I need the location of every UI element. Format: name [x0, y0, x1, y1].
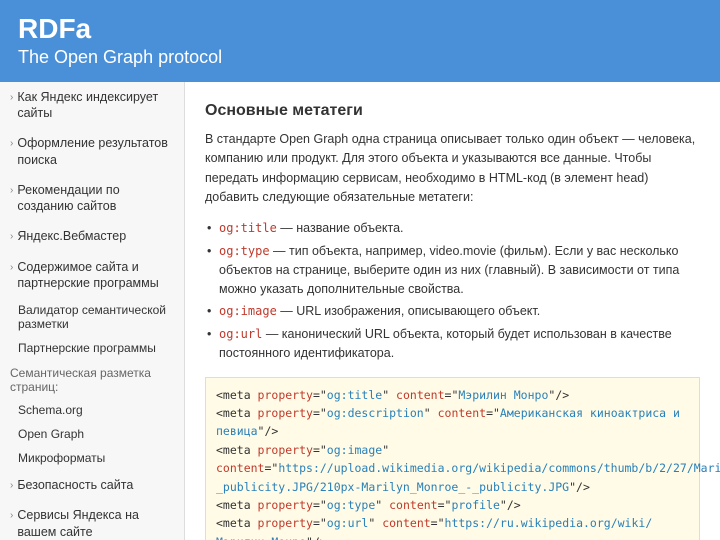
code-line: <meta property="og:url" content="https:/… [216, 514, 689, 540]
prop-name: og:title [219, 221, 277, 235]
prop-desc: — канонический URL объекта, который буде… [219, 327, 672, 360]
bullet-item: og:image — URL изображения, описывающего… [205, 300, 700, 323]
sidebar-item-webmaster[interactable]: › Яндекс.Вебмастер [0, 221, 184, 251]
main-bullets: og:title — название объекта.og:type — ти… [205, 217, 700, 364]
bullet-item: og:title — название объекта. [205, 217, 700, 240]
sidebar-label: Рекомендации по созданию сайтов [17, 182, 172, 215]
arrow-icon: › [10, 479, 13, 492]
sidebar-item-site-security[interactable]: › Безопасность сайта [0, 470, 184, 500]
sidebar-item-partner-prog[interactable]: Партнерские программы [0, 336, 184, 360]
prop-name: og:url [219, 327, 262, 341]
sidebar-item-yandex-index[interactable]: › Как Яндекс индексирует сайты [0, 82, 184, 129]
intro-text: В стандарте Open Graph одна страница опи… [205, 130, 700, 208]
sidebar-item-partner-programs[interactable]: › Содержимое сайта и партнерские программ… [0, 252, 184, 299]
arrow-icon: › [10, 184, 13, 197]
sidebar-label: Как Яндекс индексирует сайты [17, 89, 172, 122]
bullet-item: og:url — канонический URL объекта, котор… [205, 323, 700, 365]
sidebar-label: Яндекс.Вебмастер [17, 228, 126, 244]
sidebar-label: Безопасность сайта [17, 477, 133, 493]
code-line: <meta property="og:title" content="Мэрил… [216, 386, 689, 404]
sidebar-item-validator[interactable]: Валидатор семантической разметки [0, 298, 184, 336]
sidebar-item-semantic-markup: Семантическая разметка страниц: [0, 360, 184, 398]
sidebar-label: Сервисы Яндекса на вашем сайте [17, 507, 172, 540]
sidebar-item-recommendations[interactable]: › Рекомендации по созданию сайтов [0, 175, 184, 222]
sidebar: › Как Яндекс индексирует сайты › Оформление… [0, 82, 185, 540]
prop-desc: — название объекта. [277, 221, 404, 235]
code-line: <meta property="og:image" content="https… [216, 441, 689, 496]
sidebar-item-yandex-services[interactable]: › Сервисы Яндекса на вашем сайте [0, 500, 184, 540]
code-line: <meta property="og:type" content="profil… [216, 496, 689, 514]
sidebar-label: Оформление результатов поиска [17, 135, 172, 168]
bullet-item: og:type — тип объекта, например, video.m… [205, 240, 700, 300]
arrow-icon: › [10, 509, 13, 522]
body: › Как Яндекс индексирует сайты › Оформление… [0, 82, 720, 540]
prop-name: og:type [219, 244, 270, 258]
section1-title: Основные метатеги [205, 102, 700, 120]
arrow-icon: › [10, 91, 13, 104]
sidebar-item-microformats[interactable]: Микроформаты [0, 446, 184, 470]
sidebar-label: Содержимое сайта и партнерские программы [17, 259, 172, 292]
sidebar-item-results-design[interactable]: › Оформление результатов поиска [0, 128, 184, 175]
header: RDFa The Open Graph protocol [0, 0, 720, 82]
prop-name: og:image [219, 304, 277, 318]
prop-desc: — тип объекта, например, video.movie (фи… [219, 244, 679, 296]
page-title: RDFa [18, 14, 702, 45]
arrow-icon: › [10, 230, 13, 243]
prop-desc: — URL изображения, описывающего объект. [277, 304, 540, 318]
code-line: <meta property="og:description" content=… [216, 404, 689, 441]
page-subtitle: The Open Graph protocol [18, 47, 702, 68]
arrow-icon: › [10, 261, 13, 274]
code-block: <meta property="og:title" content="Мэрил… [205, 377, 700, 540]
arrow-icon: › [10, 137, 13, 150]
main-content: Основные метатеги В стандарте Open Graph… [185, 82, 720, 540]
sidebar-item-schema-org[interactable]: Schema.org [0, 398, 184, 422]
sidebar-item-open-graph[interactable]: Open Graph [0, 422, 184, 446]
